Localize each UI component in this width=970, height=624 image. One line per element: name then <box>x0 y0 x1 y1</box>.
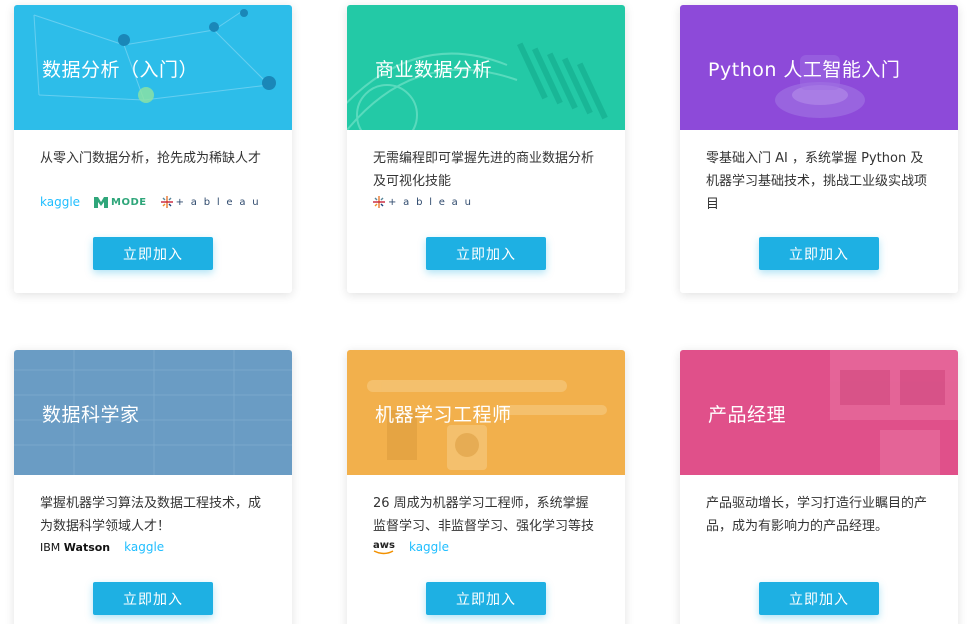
card-banner: 数据科学家 <box>14 350 292 475</box>
aws-smile-icon <box>373 549 394 554</box>
partner-logos: kaggle MODE + a b l e a u <box>40 193 260 211</box>
tableau-cross-icon <box>160 196 173 208</box>
partner-logos: + a b l e a u <box>373 193 473 211</box>
partner-logos: IBM Watson kaggle <box>40 538 164 556</box>
join-button[interactable]: 立即加入 <box>93 582 213 615</box>
join-button[interactable]: 立即加入 <box>759 582 879 615</box>
kaggle-logo: kaggle <box>124 540 165 554</box>
card-banner: Python 人工智能入门 <box>680 5 958 130</box>
course-grid: 数据分析（入门） 从零入门数据分析，抢先成为稀缺人才 kaggle MODE +… <box>0 0 970 624</box>
ibm-watson-logo: IBM Watson <box>40 541 110 554</box>
course-card-data-analysis[interactable]: 数据分析（入门） 从零入门数据分析，抢先成为稀缺人才 kaggle MODE +… <box>14 5 292 293</box>
card-description: 掌握机器学习算法及数据工程技术，成为数据科学领域人才！ <box>40 496 262 534</box>
card-title: 数据科学家 <box>42 404 140 426</box>
course-card-data-scientist[interactable]: 数据科学家 掌握机器学习算法及数据工程技术，成为数据科学领域人才！ IBM Wa… <box>14 350 292 624</box>
card-banner: 产品经理 <box>680 350 958 475</box>
join-button[interactable]: 立即加入 <box>426 582 546 615</box>
card-description: 零基础入门 AI ，系统掌握 Python 及机器学习基础技术，挑战工业级实战项… <box>706 151 928 212</box>
course-card-python-ai[interactable]: Python 人工智能入门 零基础入门 AI ，系统掌握 Python 及机器学… <box>680 5 958 293</box>
card-banner: 机器学习工程师 <box>347 350 625 475</box>
tableau-cross-icon <box>373 196 385 208</box>
card-banner: 数据分析（入门） <box>14 5 292 130</box>
kaggle-logo: kaggle <box>408 540 449 554</box>
tableau-logo: + a b l e a u <box>160 196 261 208</box>
card-title: 数据分析（入门） <box>42 59 199 81</box>
ibm-logo-text: IBM <box>40 540 61 554</box>
card-title: 商业数据分析 <box>375 59 493 81</box>
card-title: Python 人工智能入门 <box>708 59 901 81</box>
mode-m-icon <box>94 196 109 208</box>
tableau-logo-text: + a b l e a u <box>388 196 473 208</box>
mode-logo: MODE <box>94 196 147 208</box>
card-description: 从零入门数据分析，抢先成为稀缺人才 <box>40 151 262 166</box>
watson-logo-text: Watson <box>63 540 111 554</box>
card-banner: 商业数据分析 <box>347 5 625 130</box>
tableau-logo-text: + a b l e a u <box>175 196 261 208</box>
card-title: 产品经理 <box>708 404 787 426</box>
join-button[interactable]: 立即加入 <box>426 237 546 270</box>
course-card-ml-engineer[interactable]: 机器学习工程师 26 周成为机器学习工程师，系统掌握监督学习、非监督学习、强化学… <box>347 350 625 624</box>
course-card-business-analytics[interactable]: 商业数据分析 无需编程即可掌握先进的商业数据分析及可视化技能 + a b l e… <box>347 5 625 293</box>
join-button[interactable]: 立即加入 <box>93 237 213 270</box>
kaggle-logo: kaggle <box>40 195 81 209</box>
card-description: 产品驱动增长，学习打造行业瞩目的产品，成为有影响力的产品经理。 <box>706 496 928 534</box>
partner-logos: aws kaggle <box>373 538 449 556</box>
course-card-product-manager[interactable]: 产品经理 产品驱动增长，学习打造行业瞩目的产品，成为有影响力的产品经理。 立即加… <box>680 350 958 624</box>
card-title: 机器学习工程师 <box>375 404 512 426</box>
card-description: 无需编程即可掌握先进的商业数据分析及可视化技能 <box>373 151 595 189</box>
tableau-logo: + a b l e a u <box>373 196 473 208</box>
mode-logo-text: MODE <box>111 196 147 208</box>
card-description: 26 周成为机器学习工程师，系统掌握监督学习、非监督学习、强化学习等技 <box>373 496 595 534</box>
aws-logo: aws <box>373 540 395 555</box>
join-button[interactable]: 立即加入 <box>759 237 879 270</box>
